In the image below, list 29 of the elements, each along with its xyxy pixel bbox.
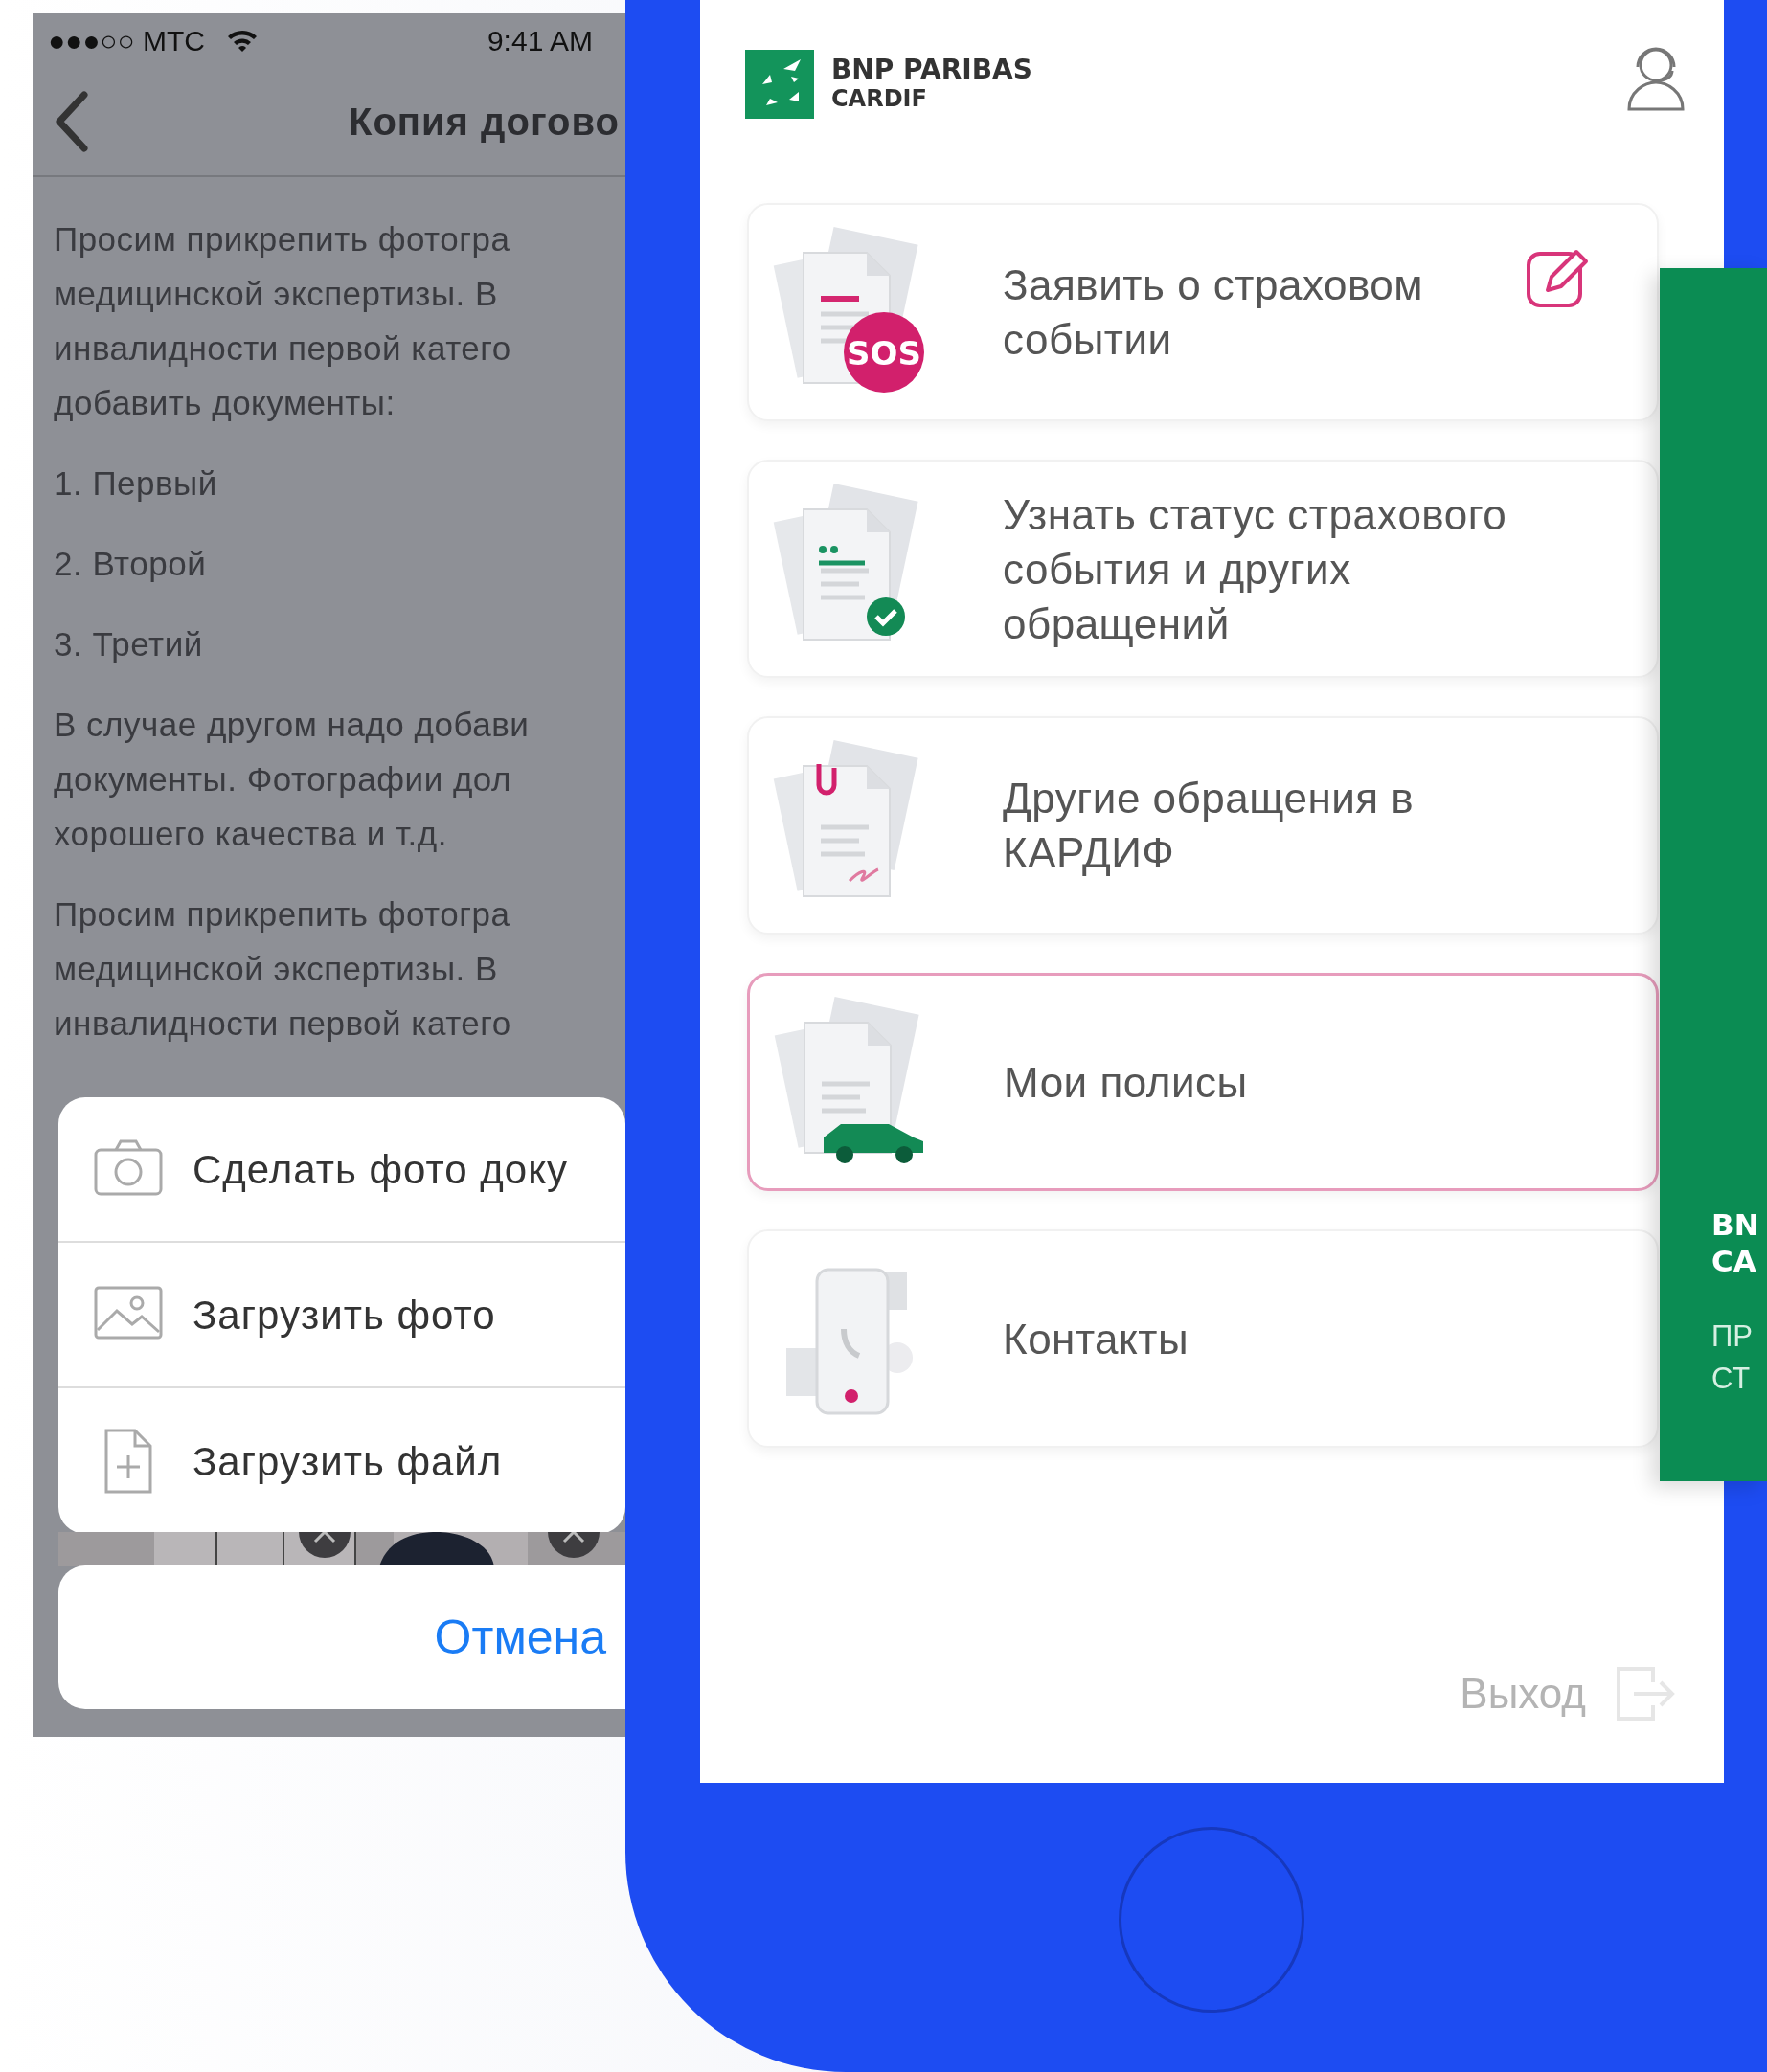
item-label: Загрузить фото: [193, 1291, 496, 1340]
menu-label: Мои полисы: [1004, 1057, 1249, 1108]
menu-label: Другие обращения в КАРДИФ: [1003, 774, 1416, 878]
menu-card[interactable]: Другие обращения в КАРДИФ: [747, 716, 1659, 935]
logo-icon: [745, 50, 814, 119]
status-time: 9:41 AM: [487, 23, 593, 58]
menu-card[interactable]: Контакты: [747, 1229, 1659, 1448]
banner-title: BN CA: [1711, 1206, 1760, 1279]
cancel-button[interactable]: Отмена: [58, 1565, 625, 1709]
paragraph-text: 1. Первый: [54, 463, 218, 504]
sos-badge: SOS: [844, 312, 924, 393]
action-sheet-item[interactable]: Загрузить файл: [58, 1388, 625, 1534]
banner-subtitle: ПР СТ: [1711, 1318, 1754, 1397]
paragraph-text: Просим прикрепить фотогра медицинской экспертизы. В инвалидности первой катего добавить документы:: [54, 219, 512, 423]
menu-card[interactable]: Мои полисы: [747, 973, 1659, 1191]
menu-card[interactable]: SOS Заявить о страховом событии: [747, 203, 1659, 421]
paragraph-text: Просим прикрепить фотогра медицинской экспертизы. В инвалидности первой катего: [54, 894, 512, 1044]
logo-text: BNP PARIBAS CARDIF: [831, 56, 1032, 113]
paragraph-text: В случае другом надо добави документы. Фотографии дол хорошего качества и т.д.: [54, 705, 531, 854]
menu-card[interactable]: Узнать статус страхового события и других обращений: [747, 460, 1659, 678]
item-label: Загрузить файл: [193, 1437, 503, 1486]
carrier-label: ●●●○○ MTC: [48, 23, 205, 58]
screen-title: Копия догово: [349, 99, 620, 145]
paragraph-text: 3. Третий: [54, 624, 204, 664]
menu-label: Узнать статус страхового события и других обращений: [1003, 489, 1508, 649]
item-label: Сделать фото доку: [193, 1145, 569, 1194]
paragraph-text: 2. Второй: [54, 544, 208, 584]
menu-label: Контакты: [1003, 1314, 1190, 1364]
menu-label: Заявить о страховом событии: [1003, 260, 1424, 365]
